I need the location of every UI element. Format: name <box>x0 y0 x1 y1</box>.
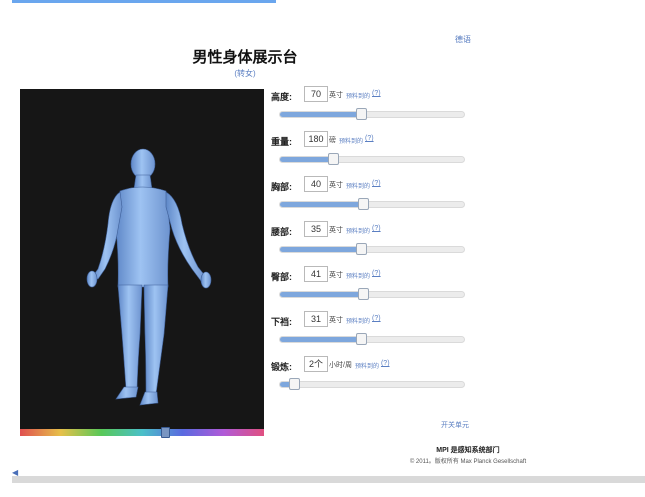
height-slider-track[interactable] <box>279 111 465 118</box>
param-label: 腰部: <box>271 227 292 237</box>
weight-slider-track[interactable] <box>279 156 465 163</box>
exercise-slider-track[interactable] <box>279 381 465 388</box>
param-label: 胸部: <box>271 182 292 192</box>
slider-fill <box>280 292 363 297</box>
predicted-link[interactable]: 预料到的 <box>346 226 370 235</box>
body-model-figure <box>86 148 212 406</box>
hips-input[interactable]: 41 <box>304 266 328 282</box>
help-link[interactable]: (?) <box>365 135 374 142</box>
color-hue-slider-knob[interactable] <box>161 427 171 438</box>
predicted-link[interactable]: 预料到的 <box>346 271 370 280</box>
param-unit: 英寸 <box>329 227 343 234</box>
exercise-input[interactable]: 2个 <box>304 356 328 372</box>
inseam-slider-track[interactable] <box>279 336 465 343</box>
switch-gender-link[interactable]: (转女) <box>150 68 340 79</box>
help-link[interactable]: (?) <box>372 315 381 322</box>
scroll-left-icon[interactable]: ◀ <box>12 469 26 477</box>
param-label: 下裆: <box>271 317 292 327</box>
param-height: 高度: 70 英寸 预料到的 (?) <box>271 86 471 131</box>
top-accent-bar <box>12 0 276 3</box>
weight-slider-knob[interactable] <box>327 153 339 165</box>
param-inseam: 下裆: 31 英寸 预料到的 (?) <box>271 311 471 356</box>
param-chest: 胸部: 40 英寸 预料到的 (?) <box>271 176 471 221</box>
horizontal-scrollbar[interactable] <box>12 476 645 483</box>
body-viewer-canvas[interactable] <box>20 89 264 429</box>
height-slider-knob[interactable] <box>355 108 367 120</box>
footer-copyright: © 2011。版权所有 Max Planck Gesellschaft <box>409 459 527 465</box>
waist-input[interactable]: 35 <box>304 221 328 237</box>
help-link[interactable]: (?) <box>372 90 381 97</box>
chest-slider-knob[interactable] <box>357 198 369 210</box>
hips-slider-track[interactable] <box>279 291 465 298</box>
parameter-panel: 高度: 70 英寸 预料到的 (?) 重量: 180 磅 预料到的 (?) 胸部… <box>271 86 471 401</box>
param-exercise: 锻炼: 2个 小时/周 预料到的 (?) <box>271 356 471 401</box>
param-unit: 磅 <box>329 137 336 144</box>
predicted-link[interactable]: 预料到的 <box>346 181 370 190</box>
param-weight: 重量: 180 磅 预料到的 (?) <box>271 131 471 176</box>
slider-fill <box>280 112 361 117</box>
help-link[interactable]: (?) <box>372 270 381 277</box>
weight-input[interactable]: 180 <box>304 131 328 147</box>
waist-slider-track[interactable] <box>279 246 465 253</box>
slider-fill <box>280 157 334 162</box>
footer-org: MPI 是感知系统部门 <box>436 447 500 454</box>
help-link[interactable]: (?) <box>381 360 390 367</box>
param-label: 重量: <box>271 137 292 147</box>
param-unit: 英寸 <box>329 182 343 189</box>
predicted-link[interactable]: 预料到的 <box>346 316 370 325</box>
hips-slider-knob[interactable] <box>357 288 369 300</box>
slider-fill <box>280 337 361 342</box>
param-label: 高度: <box>271 92 292 102</box>
language-link[interactable]: 德语 <box>455 34 471 45</box>
predicted-link[interactable]: 预料到的 <box>339 136 363 145</box>
chest-input[interactable]: 40 <box>304 176 328 192</box>
waist-slider-knob[interactable] <box>355 243 367 255</box>
predicted-link[interactable]: 预料到的 <box>355 361 379 370</box>
param-unit: 英寸 <box>329 92 343 99</box>
slider-fill <box>280 202 363 207</box>
page-title: 男性身体展示台 <box>192 49 298 66</box>
param-waist: 腰部: 35 英寸 预料到的 (?) <box>271 221 471 266</box>
exercise-slider-knob[interactable] <box>288 378 300 390</box>
height-input[interactable]: 70 <box>304 86 328 102</box>
help-link[interactable]: (?) <box>372 180 381 187</box>
param-unit: 英寸 <box>329 272 343 279</box>
inseam-slider-knob[interactable] <box>355 333 367 345</box>
toggle-units-link[interactable]: 开关单元 <box>441 420 469 430</box>
help-link[interactable]: (?) <box>372 225 381 232</box>
param-label: 锻炼: <box>271 362 292 372</box>
chest-slider-track[interactable] <box>279 201 465 208</box>
inseam-input[interactable]: 31 <box>304 311 328 327</box>
slider-fill <box>280 247 361 252</box>
param-label: 臀部: <box>271 272 292 282</box>
param-unit: 英寸 <box>329 317 343 324</box>
color-hue-slider-track[interactable] <box>20 429 264 436</box>
param-hips: 臀部: 41 英寸 预料到的 (?) <box>271 266 471 311</box>
param-unit: 小时/周 <box>329 362 352 369</box>
predicted-link[interactable]: 预料到的 <box>346 91 370 100</box>
